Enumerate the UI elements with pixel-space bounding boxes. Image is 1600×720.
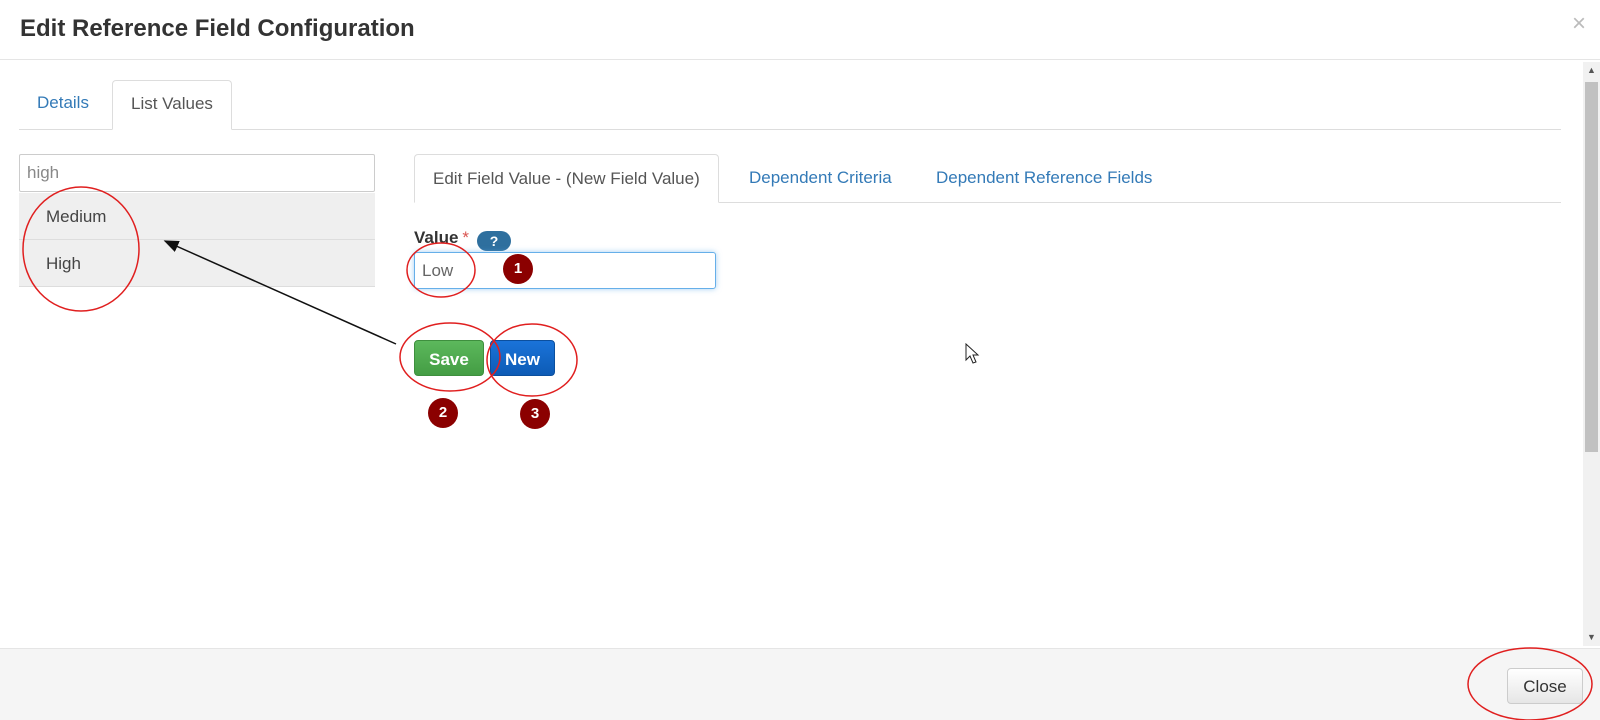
scroll-up-icon[interactable]: ▲ — [1583, 62, 1600, 79]
close-button[interactable]: Close — [1507, 668, 1583, 704]
new-button[interactable]: New — [490, 340, 555, 376]
mouse-cursor-icon — [965, 343, 980, 364]
tab-dependent-reference-fields[interactable]: Dependent Reference Fields — [936, 154, 1152, 203]
modal-footer — [0, 648, 1600, 720]
modal-header: Edit Reference Field Configuration × — [0, 0, 1600, 60]
tab-list-values[interactable]: List Values — [112, 80, 232, 130]
vertical-scrollbar[interactable]: ▲ ▼ — [1583, 62, 1600, 646]
list-item-medium[interactable]: Medium — [19, 193, 375, 240]
scroll-down-icon[interactable]: ▼ — [1583, 629, 1600, 646]
save-button[interactable]: Save — [414, 340, 484, 376]
sub-tabs: Edit Field Value - (New Field Value) Dep… — [414, 154, 1561, 203]
value-label-text: Value — [414, 228, 459, 247]
top-tabs: Details List Values — [19, 80, 1561, 130]
step-badge-3: 3 — [520, 399, 550, 429]
tab-details[interactable]: Details — [19, 80, 107, 130]
help-icon[interactable]: ? — [477, 231, 511, 251]
value-input[interactable] — [414, 252, 716, 289]
tab-dependent-criteria[interactable]: Dependent Criteria — [749, 154, 892, 203]
list-item-high[interactable]: High — [19, 240, 375, 287]
modal-title: Edit Reference Field Configuration — [20, 15, 415, 42]
list-values: Medium High — [19, 193, 375, 287]
step-badge-2: 2 — [428, 398, 458, 428]
tab-edit-field-value[interactable]: Edit Field Value - (New Field Value) — [414, 154, 719, 203]
close-icon[interactable]: × — [1572, 12, 1586, 36]
search-input[interactable] — [19, 154, 375, 192]
step-badge-1: 1 — [503, 254, 533, 284]
scroll-thumb[interactable] — [1585, 82, 1598, 452]
value-label: Value * — [414, 228, 469, 248]
required-mark: * — [462, 228, 470, 247]
